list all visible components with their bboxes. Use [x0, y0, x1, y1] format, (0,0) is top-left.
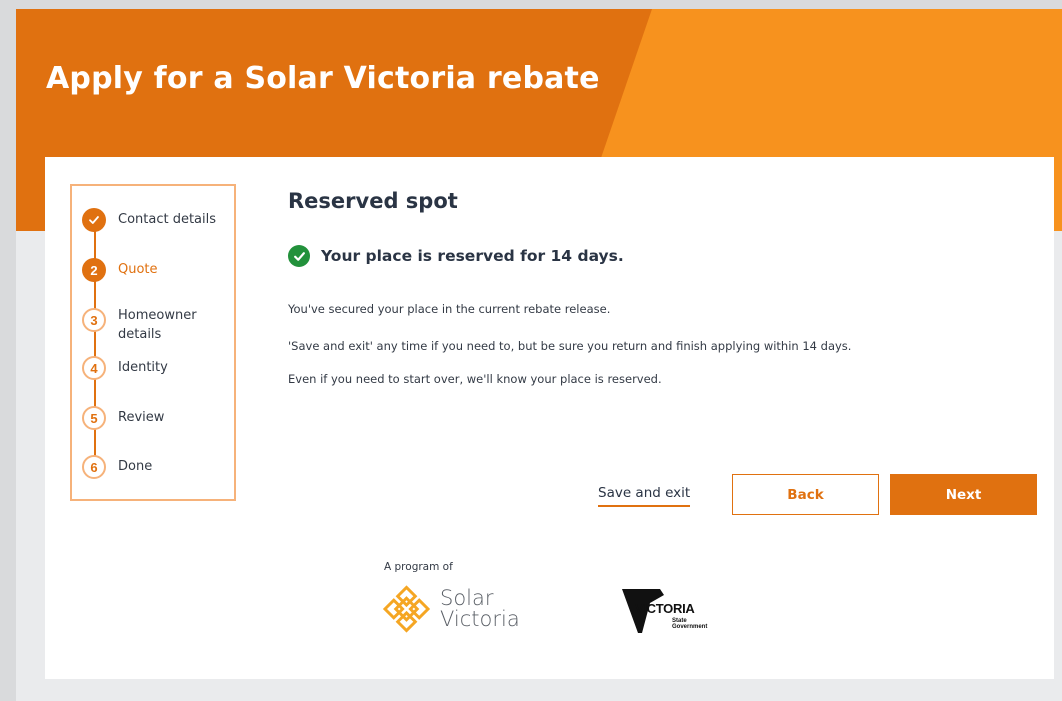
wordmark-line: Victoria	[440, 607, 520, 631]
step-number: 3	[82, 308, 106, 332]
step-label: Identity	[118, 360, 168, 375]
victoria-state-government-logo: VICTORIA State Government	[620, 585, 710, 637]
solar-victoria-wordmark: Solar Victoria	[440, 588, 520, 630]
step-quote[interactable]: 2 Quote	[82, 258, 158, 282]
solar-victoria-emblem-icon	[383, 585, 430, 633]
step-label: Quote	[118, 262, 158, 277]
info-paragraph: 'Save and exit' any time if you need to,…	[288, 339, 852, 353]
step-identity[interactable]: 4 Identity	[82, 356, 168, 380]
step-label-line: Homeowner	[118, 308, 197, 323]
step-contact-details[interactable]: Contact details	[82, 208, 216, 232]
wordmark-line: Solar	[440, 586, 494, 610]
step-number: 4	[82, 356, 106, 380]
step-label: Done	[118, 459, 153, 474]
check-circle-icon	[288, 245, 310, 267]
info-paragraph: You've secured your place in the current…	[288, 302, 611, 316]
step-review[interactable]: 5 Review	[82, 406, 164, 430]
main-card: Contact details 2 Quote 3 Homeowner deta…	[45, 157, 1054, 679]
step-homeowner-details[interactable]: 3 Homeowner details	[82, 306, 197, 344]
step-label-line: details	[118, 327, 162, 342]
victoria-wordmark: VICTORIA	[635, 601, 695, 616]
step-label: Contact details	[118, 212, 217, 227]
progress-stepper: Contact details 2 Quote 3 Homeowner deta…	[70, 184, 236, 501]
back-button[interactable]: Back	[732, 474, 879, 515]
solar-victoria-logo: Solar Victoria	[383, 584, 520, 634]
step-done[interactable]: 6 Done	[82, 455, 152, 479]
check-icon	[82, 208, 106, 232]
save-and-exit-link[interactable]: Save and exit	[598, 485, 691, 507]
info-paragraph: Even if you need to start over, we'll kn…	[288, 372, 662, 386]
next-button[interactable]: Next	[890, 474, 1037, 515]
step-label: Homeowner details	[118, 306, 197, 344]
government-label: Government	[672, 624, 708, 630]
step-number: 5	[82, 406, 106, 430]
step-number: 6	[82, 455, 106, 479]
reserved-message: Your place is reserved for 14 days.	[321, 247, 624, 265]
program-of-label: A program of	[384, 561, 453, 573]
page-title: Apply for a Solar Victoria rebate	[46, 61, 600, 96]
reserved-notice: Your place is reserved for 14 days.	[288, 245, 624, 267]
step-number: 2	[82, 258, 106, 282]
step-label: Review	[118, 410, 165, 425]
state-government-label: State Government	[672, 618, 707, 630]
section-heading: Reserved spot	[288, 189, 458, 213]
page: Apply for a Solar Victoria rebate Contac…	[16, 9, 1062, 701]
